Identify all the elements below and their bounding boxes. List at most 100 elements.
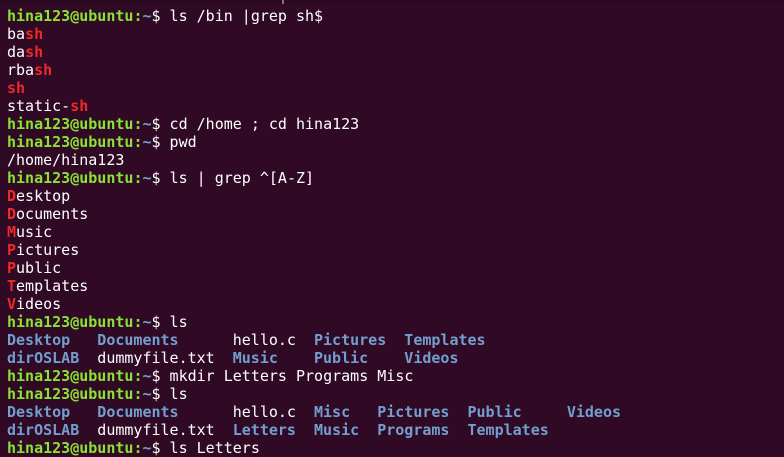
output-line: dash bbox=[7, 43, 784, 61]
prompt-line: hina123@ubuntu:~$ ls | grep ^[A-Z] bbox=[7, 169, 784, 187]
grep-match: D bbox=[7, 205, 17, 223]
grep-match: V bbox=[7, 295, 17, 313]
output-line: static-sh bbox=[7, 97, 784, 115]
grep-match: D bbox=[7, 187, 17, 205]
output-line: sh bbox=[7, 79, 784, 97]
directory-entry: Documents bbox=[97, 331, 179, 349]
prompt-user: hina123@ubuntu bbox=[7, 439, 134, 457]
command-text: ls bbox=[160, 313, 188, 331]
prompt-symbol: $ bbox=[151, 313, 161, 331]
output-suffix: usic bbox=[16, 223, 53, 241]
ls-listing-row: Desktop Documents hello.c Pictures Templates bbox=[7, 331, 784, 349]
output-line: bash bbox=[7, 25, 784, 43]
output-prefix: static- bbox=[7, 97, 71, 115]
prompt-line: hina123@ubuntu:~$ ls Letters bbox=[7, 439, 784, 457]
file-entry: dummyfile.txt bbox=[97, 421, 215, 439]
directory-entry: Pictures bbox=[314, 331, 387, 349]
top-border bbox=[0, 0, 784, 4]
ls-listing-row: dirOSLAB dummyfile.txt Music Public Videos bbox=[7, 349, 784, 367]
directory-entry: Music bbox=[314, 421, 360, 439]
prompt-user: hina123@ubuntu bbox=[7, 133, 134, 151]
directory-entry: Misc bbox=[314, 403, 351, 421]
prompt-line: hina123@ubuntu:~$ ls bbox=[7, 385, 784, 403]
prompt-user: hina123@ubuntu bbox=[7, 7, 134, 25]
prompt-path: ~ bbox=[142, 367, 152, 385]
ls-listing-row: dirOSLAB dummyfile.txt Letters Music Program… bbox=[7, 421, 784, 439]
command-text: pwd bbox=[160, 133, 197, 151]
grep-match: sh bbox=[70, 97, 89, 115]
directory-entry: Videos bbox=[404, 349, 459, 367]
directory-entry: Public bbox=[467, 403, 522, 421]
output-suffix: esktop bbox=[16, 187, 71, 205]
directory-entry: dirOSLAB bbox=[7, 349, 80, 367]
output-line: Desktop bbox=[7, 187, 784, 205]
prompt-user: hina123@ubuntu bbox=[7, 313, 134, 331]
output-line: Music bbox=[7, 223, 784, 241]
prompt-user: hina123@ubuntu bbox=[7, 169, 134, 187]
output-line: Documents bbox=[7, 205, 784, 223]
file-entry: hello.c bbox=[232, 331, 296, 349]
command-text: ls /bin |grep sh$ bbox=[160, 7, 324, 25]
output-prefix: rba bbox=[7, 61, 35, 79]
output-line: Videos bbox=[7, 295, 784, 313]
command-text: mkdir Letters Programs Misc bbox=[160, 367, 414, 385]
directory-entry: Music bbox=[232, 349, 278, 367]
directory-entry: Programs bbox=[377, 421, 450, 439]
prompt-path: ~ bbox=[142, 115, 152, 133]
prompt-path: ~ bbox=[142, 169, 152, 187]
prompt-line: hina123@ubuntu:~$ mkdir Letters Programs… bbox=[7, 367, 784, 385]
prompt-symbol: $ bbox=[151, 385, 161, 403]
prompt-path: ~ bbox=[142, 439, 152, 457]
prompt-line: hina123@ubuntu:~$ ls bbox=[7, 313, 784, 331]
directory-entry: Letters bbox=[232, 421, 296, 439]
terminal-output[interactable]: hina123@ubuntu:~$ ls /bin |grep sh$ bash d… bbox=[7, 7, 784, 457]
prompt-user: hina123@ubuntu bbox=[7, 385, 134, 403]
directory-entry: Documents bbox=[97, 403, 179, 421]
prompt-line: hina123@ubuntu:~$ cd /home ; cd hina123 bbox=[7, 115, 784, 133]
prompt-user: hina123@ubuntu bbox=[7, 115, 134, 133]
grep-match: M bbox=[7, 223, 17, 241]
directory-entry: dirOSLAB bbox=[7, 421, 80, 439]
directory-entry: Videos bbox=[566, 403, 622, 421]
output-line: Public bbox=[7, 259, 784, 277]
output-suffix: ideos bbox=[16, 295, 62, 313]
output-line: Templates bbox=[7, 277, 784, 295]
output-line: rbash bbox=[7, 61, 784, 79]
prompt-path: ~ bbox=[142, 133, 152, 151]
ls-listing-row: Desktop Documents hello.c Misc Pictures Publi… bbox=[7, 403, 784, 421]
grep-match: T bbox=[7, 277, 17, 295]
grep-match: sh bbox=[34, 61, 53, 79]
prompt-symbol: $ bbox=[151, 169, 161, 187]
output-suffix: ictures bbox=[16, 241, 80, 259]
output-text: /home/hina123 bbox=[7, 151, 125, 169]
grep-match: P bbox=[7, 259, 17, 277]
file-entry: dummyfile.txt bbox=[97, 349, 215, 367]
prompt-path: ~ bbox=[142, 313, 152, 331]
grep-match: P bbox=[7, 241, 17, 259]
output-prefix: ba bbox=[7, 25, 26, 43]
prompt-line: hina123@ubuntu:~$ ls /bin |grep sh$ bbox=[7, 7, 784, 25]
grep-match: sh bbox=[25, 43, 44, 61]
command-text: ls Letters bbox=[160, 439, 260, 457]
prompt-symbol: $ bbox=[151, 133, 161, 151]
prompt-symbol: $ bbox=[151, 7, 161, 25]
directory-entry: Templates bbox=[467, 421, 549, 439]
output-line: Pictures bbox=[7, 241, 784, 259]
prompt-user: hina123@ubuntu bbox=[7, 367, 134, 385]
directory-entry: Templates bbox=[404, 331, 486, 349]
output-suffix: ublic bbox=[16, 259, 62, 277]
directory-entry: Public bbox=[314, 349, 369, 367]
grep-match: sh bbox=[7, 79, 26, 97]
directory-entry: Desktop bbox=[7, 403, 71, 421]
prompt-line: hina123@ubuntu:~$ pwd bbox=[7, 133, 784, 151]
grep-match: sh bbox=[25, 25, 44, 43]
command-text: ls | grep ^[A-Z] bbox=[160, 169, 315, 187]
command-text: ls bbox=[160, 385, 188, 403]
directory-entry: Desktop bbox=[7, 331, 71, 349]
output-suffix: ocuments bbox=[16, 205, 89, 223]
prompt-symbol: $ bbox=[151, 115, 161, 133]
prompt-path: ~ bbox=[142, 7, 152, 25]
directory-entry: Pictures bbox=[377, 403, 450, 421]
prompt-symbol: $ bbox=[151, 439, 161, 457]
output-prefix: da bbox=[7, 43, 26, 61]
